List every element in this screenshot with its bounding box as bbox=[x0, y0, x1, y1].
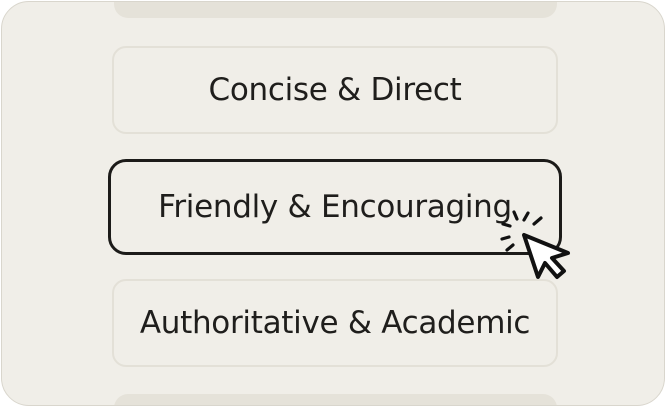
option-authoritative-academic[interactable]: Authoritative & Academic bbox=[112, 279, 558, 367]
tone-selector-panel: Concise & Direct Friendly & Encouraging … bbox=[1, 1, 665, 406]
option-label: Friendly & Encouraging bbox=[158, 189, 512, 225]
option-label: Concise & Direct bbox=[208, 72, 462, 108]
option-friendly-encouraging[interactable]: Friendly & Encouraging bbox=[108, 159, 562, 255]
option-concise-direct[interactable]: Concise & Direct bbox=[112, 46, 558, 134]
option-label: Authoritative & Academic bbox=[139, 305, 531, 341]
option-peek-top bbox=[114, 2, 557, 18]
option-peek-bottom bbox=[114, 394, 557, 405]
